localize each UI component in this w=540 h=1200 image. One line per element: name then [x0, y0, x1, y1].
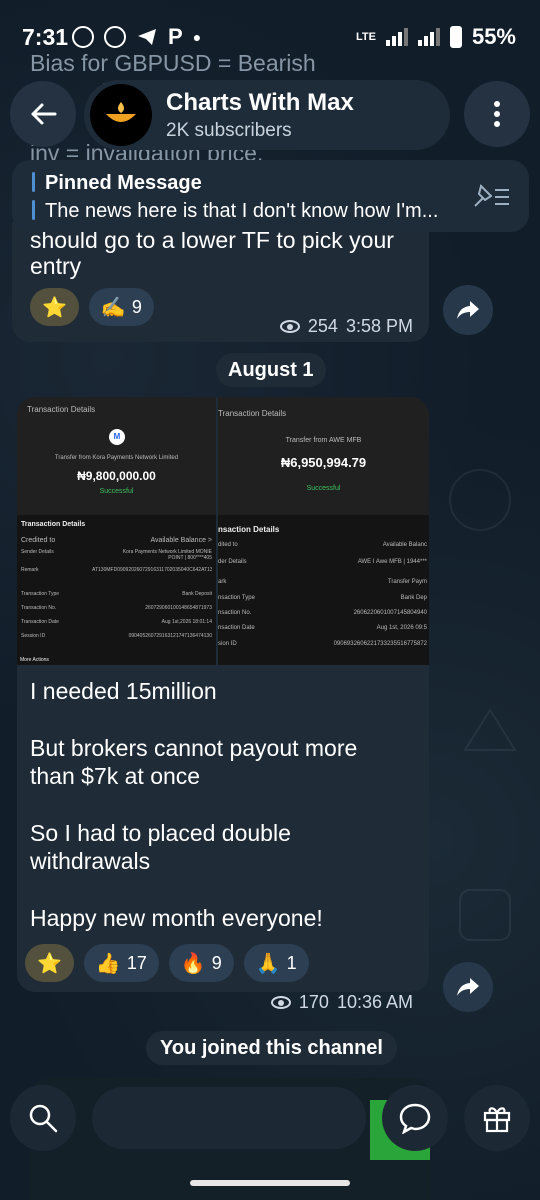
pinned-title: Pinned Message: [45, 172, 202, 194]
back-button[interactable]: [10, 81, 76, 147]
message-bubble[interactable]: Transaction Details M Transfer from Kora…: [17, 397, 429, 1012]
search-icon: [29, 1104, 58, 1133]
reaction-chip[interactable]: ⭐: [25, 944, 74, 982]
message-time: 3:58 PM: [345, 316, 413, 336]
reaction-chip[interactable]: ⭐: [30, 288, 79, 326]
signal-icon: [417, 28, 440, 46]
p-app-icon: P: [168, 24, 183, 49]
notification-icons: P ●: [72, 24, 201, 50]
message-text: So I had to placed double: [30, 820, 291, 846]
transaction-screenshot[interactable]: Transaction Details M Transfer from Kora…: [17, 397, 216, 665]
pin-indicator: [32, 200, 35, 220]
reaction-chip[interactable]: 🔥 9: [168, 944, 234, 982]
system-icons: LTE 55%: [356, 24, 516, 50]
pinned-message-bar[interactable]: Pinned Message The news here is that I d…: [12, 160, 529, 232]
view-count: 170: [298, 992, 329, 1012]
search-button[interactable]: [10, 1085, 76, 1151]
eye-icon: [279, 320, 300, 333]
message-meta: 254 3:58 PM: [279, 316, 413, 337]
share-button[interactable]: [443, 285, 493, 335]
doodle-icon: [463, 708, 517, 751]
pinned-text: The news here is that I don't know how I…: [45, 200, 439, 222]
gift-icon: [483, 1107, 511, 1133]
telegram-icon: [138, 29, 156, 45]
reaction-chip[interactable]: ✍️ 9: [88, 288, 154, 326]
message-bubble[interactable]: should go to a lower TF to pick your ent…: [12, 222, 429, 342]
battery-percent: 55%: [471, 24, 516, 49]
share-arrow-icon: [457, 978, 479, 996]
eye-icon: [270, 996, 291, 1009]
reaction-chip[interactable]: 👍 17: [83, 944, 159, 982]
more-menu-button[interactable]: [464, 81, 530, 147]
whatsapp-icon: [72, 26, 94, 48]
arrow-left-icon: [31, 103, 57, 125]
transaction-screenshot[interactable]: Transaction Details Transfer from AWE MF…: [218, 397, 429, 665]
channel-avatar[interactable]: [90, 84, 152, 146]
doodle-icon: [449, 469, 511, 531]
message-time: 10:36 AM: [336, 992, 413, 1012]
unpin-list-icon[interactable]: [471, 182, 511, 210]
battery-icon: [449, 26, 462, 48]
reaction-chip[interactable]: 🙏 1: [243, 944, 309, 982]
diya-lamp-icon: [106, 102, 136, 122]
pin-indicator: [32, 172, 35, 192]
joined-notice: You joined this channel: [146, 1031, 397, 1065]
bottom-input-bar[interactable]: [92, 1087, 366, 1149]
share-button[interactable]: [443, 962, 493, 1012]
message-text: Happy new month everyone!: [30, 905, 323, 931]
reactions: ⭐ 👍 17 🔥 9 🙏 1: [25, 944, 309, 982]
message-text: than $7k at once: [30, 763, 201, 789]
message-meta: 170 10:36 AM: [270, 992, 413, 1013]
whatsapp-icon: [104, 26, 126, 48]
signal-icon: [385, 28, 408, 46]
channel-name: Charts With Max: [166, 89, 354, 116]
gesture-handle[interactable]: [190, 1180, 350, 1186]
date-separator: August 1: [216, 353, 326, 387]
clock: 7:31: [22, 24, 69, 50]
subscriber-count: 2K subscribers: [166, 120, 292, 141]
share-arrow-icon: [457, 301, 479, 319]
message-text: withdrawals: [30, 848, 151, 874]
view-count: 254: [307, 316, 338, 336]
gift-button[interactable]: [464, 1085, 530, 1151]
status-bar: 7:31 P ● LTE 55%: [0, 0, 540, 72]
message-text: entry: [30, 253, 82, 279]
more-vertical-icon: [494, 101, 500, 127]
reactions: ⭐ ✍️ 9: [30, 288, 154, 326]
bank-logo-icon: M: [109, 429, 125, 445]
chat-bubble-icon: [399, 1103, 431, 1134]
channel-header[interactable]: Charts With Max 2K subscribers: [84, 80, 450, 150]
lte-indicator: LTE: [355, 31, 376, 43]
message-text: But brokers cannot payout more: [30, 735, 358, 761]
doodle-icon: [459, 889, 511, 941]
dot-icon: ●: [192, 29, 202, 45]
discussion-button[interactable]: [382, 1085, 448, 1151]
message-text: I needed 15million: [30, 678, 217, 704]
